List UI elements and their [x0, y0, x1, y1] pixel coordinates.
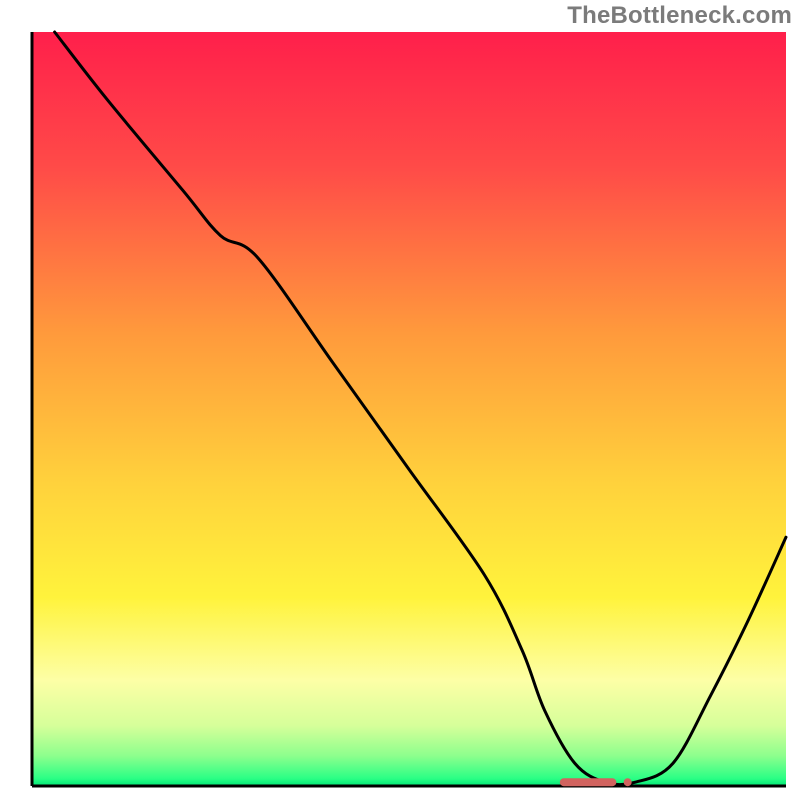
bottleneck-chart	[0, 0, 800, 800]
watermark-text: TheBottleneck.com	[567, 2, 792, 30]
optimal-range-dot	[624, 778, 632, 786]
optimal-range-bar	[560, 778, 617, 786]
